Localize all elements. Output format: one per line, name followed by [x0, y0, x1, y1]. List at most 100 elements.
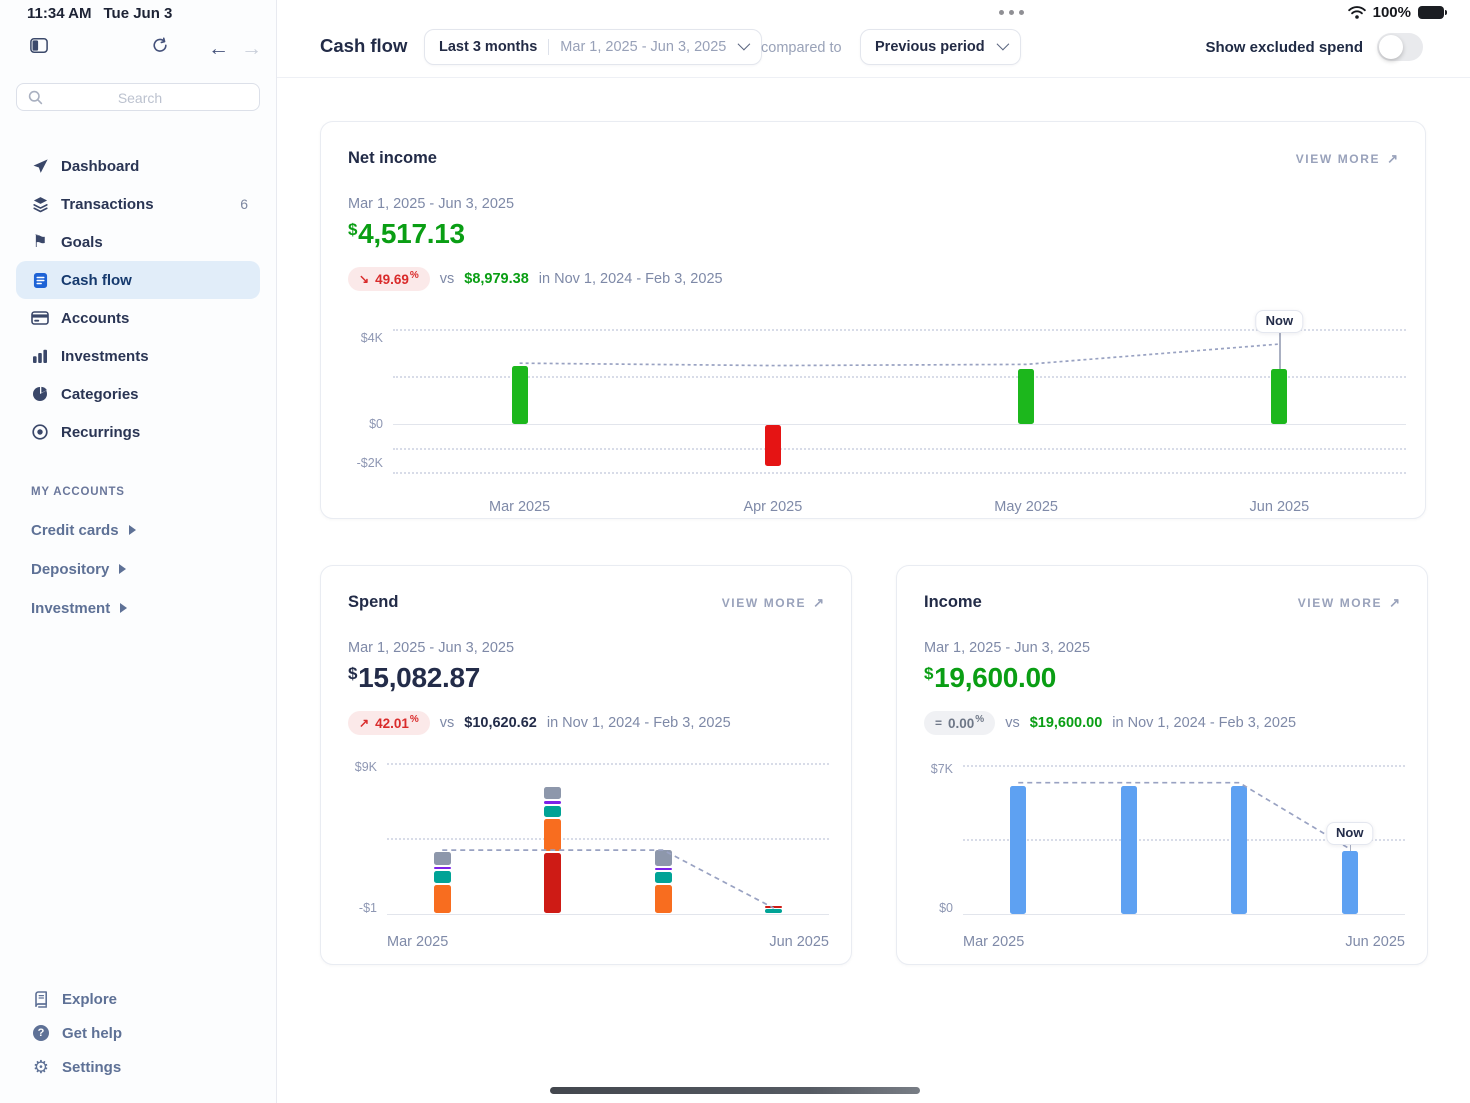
- spend-chart: $9K-$1 Mar 2025Jun 2025: [345, 756, 829, 954]
- home-indicator[interactable]: [550, 1087, 920, 1094]
- now-tooltip: Now: [1256, 310, 1303, 333]
- vs-label: vs: [440, 271, 455, 287]
- chart-plot-area: [387, 756, 829, 914]
- sidebar-item-label: Cash flow: [61, 272, 132, 289]
- status-bar-right: 100%: [1348, 4, 1444, 21]
- change-pill: ↗ 42.01%: [348, 711, 430, 735]
- forward-arrow-icon: →: [241, 37, 262, 61]
- change-pill: = 0.00%: [924, 711, 995, 735]
- search-input[interactable]: [17, 84, 263, 112]
- change-pill: ↘ 49.69%: [348, 267, 430, 291]
- sidebar-item-dashboard[interactable]: Dashboard: [16, 147, 260, 185]
- income-card: Income VIEW MORE ↗ Mar 1, 2025 - Jun 3, …: [896, 565, 1428, 965]
- search-box[interactable]: [16, 83, 260, 111]
- vs-period: in Nov 1, 2024 - Feb 3, 2025: [539, 271, 723, 287]
- battery-icon: [1418, 6, 1444, 19]
- income-amount: $19,600.00: [924, 662, 1056, 694]
- x-axis-label: May 2025: [994, 499, 1058, 515]
- sidebar-toggle-icon[interactable]: [30, 37, 48, 59]
- sidebar-item-investments[interactable]: Investments: [16, 337, 260, 375]
- vs-label: vs: [440, 715, 455, 731]
- header-divider: [277, 77, 1470, 78]
- sidebar-item-label: Accounts: [61, 310, 129, 327]
- y-axis-labels: $4K$0-$2K: [348, 319, 393, 479]
- book-icon: [31, 991, 51, 1008]
- wifi-icon: [1348, 6, 1366, 19]
- help-icon: ?: [31, 1025, 51, 1041]
- account-group-depository[interactable]: Depository: [31, 561, 261, 577]
- expand-triangle-icon: [120, 603, 127, 613]
- sidebar-item-label: Goals: [61, 234, 103, 251]
- sidebar-item-explore[interactable]: Explore: [31, 988, 261, 1010]
- account-group-investment[interactable]: Investment: [31, 600, 261, 616]
- x-axis-label: Mar 2025: [489, 499, 550, 515]
- excluded-spend-control: Show excluded spend: [1205, 33, 1423, 61]
- vs-amount: $19,600.00: [1030, 715, 1103, 731]
- expand-triangle-icon: [119, 564, 126, 574]
- battery-percent: 100%: [1373, 4, 1411, 21]
- transactions-count-badge: 6: [240, 196, 248, 212]
- expand-triangle-icon: [129, 525, 136, 535]
- comparison-row: = 0.00% vs $19,600.00 in Nov 1, 2024 - F…: [924, 711, 1296, 735]
- account-group-credit-cards[interactable]: Credit cards: [31, 522, 261, 538]
- sidebar-item-recurrings[interactable]: Recurrings: [16, 413, 260, 451]
- range-primary: Last 3 months: [439, 39, 537, 55]
- arrow-down-right-icon: ↘: [359, 272, 369, 286]
- card-title: Income: [924, 593, 982, 612]
- arrow-up-right-icon: ↗: [1387, 151, 1398, 167]
- browser-nav-row: ← →: [0, 34, 277, 64]
- view-more-link[interactable]: VIEW MORE ↗: [1298, 595, 1400, 611]
- excluded-spend-label: Show excluded spend: [1205, 39, 1363, 56]
- view-more-link[interactable]: VIEW MORE ↗: [722, 595, 824, 611]
- comparison-row: ↗ 42.01% vs $10,620.62 in Nov 1, 2024 - …: [348, 711, 731, 735]
- sidebar-item-transactions[interactable]: Transactions 6: [16, 185, 260, 223]
- credit-card-icon: [30, 311, 50, 325]
- view-more-link[interactable]: VIEW MORE ↗: [1296, 151, 1398, 167]
- vs-amount: $8,979.38: [464, 271, 529, 287]
- sidebar-item-settings[interactable]: ⚙ Settings: [31, 1056, 261, 1078]
- back-arrow-icon[interactable]: ←: [208, 37, 229, 61]
- status-bar-left: 11:34 AM Tue Jun 3: [27, 5, 172, 22]
- x-axis-labels: Mar 2025Jun 2025: [387, 924, 829, 954]
- my-accounts-header: MY ACCOUNTS: [31, 486, 261, 498]
- arrow-up-right-icon: ↗: [359, 716, 369, 730]
- x-axis-label: Mar 2025: [963, 934, 1024, 950]
- toggle-knob: [1379, 35, 1403, 59]
- net-income-chart: $4K$0-$2K Now Mar 2025Apr 2025May 2025Ju…: [348, 319, 1406, 519]
- card-date-range: Mar 1, 2025 - Jun 3, 2025: [348, 640, 514, 656]
- y-axis-labels: $9K-$1: [345, 756, 387, 914]
- status-date: Tue Jun 3: [103, 5, 172, 22]
- multitasking-dots-icon[interactable]: [999, 10, 1024, 15]
- sidebar-item-label: Recurrings: [61, 424, 140, 441]
- vs-amount: $10,620.62: [464, 715, 537, 731]
- x-axis-label: Apr 2025: [743, 499, 802, 515]
- divider: [548, 39, 549, 55]
- card-date-range: Mar 1, 2025 - Jun 3, 2025: [924, 640, 1090, 656]
- bar-chart-icon: [30, 348, 50, 364]
- sidebar-item-cash-flow[interactable]: Cash flow: [16, 261, 260, 299]
- excluded-spend-toggle[interactable]: [1377, 33, 1423, 61]
- sidebar-item-accounts[interactable]: Accounts: [16, 299, 260, 337]
- refresh-icon[interactable]: [151, 37, 170, 61]
- comparison-period-button[interactable]: Previous period: [860, 29, 1021, 65]
- y-axis-labels: $7K$0: [921, 756, 963, 914]
- net-income-card: Net income VIEW MORE ↗ Mar 1, 2025 - Jun…: [320, 121, 1426, 519]
- sidebar-footer: Explore ? Get help ⚙ Settings: [31, 988, 261, 1090]
- dashboard-icon: [30, 158, 50, 175]
- x-axis-label: Jun 2025: [769, 934, 829, 950]
- net-income-amount: $4,517.13: [348, 218, 465, 250]
- sidebar-item-categories[interactable]: Categories: [16, 375, 260, 413]
- sidebar-item-goals[interactable]: ⚑ Goals: [16, 223, 260, 261]
- recurring-icon: [30, 424, 50, 440]
- sidebar: 11:34 AM Tue Jun 3 ← → Dashboard T: [0, 0, 277, 1103]
- date-range-button[interactable]: Last 3 months Mar 1, 2025 - Jun 3, 2025: [424, 29, 762, 65]
- chart-plot-area: Now: [963, 756, 1405, 914]
- sidebar-item-get-help[interactable]: ? Get help: [31, 1022, 261, 1044]
- gear-icon: ⚙: [31, 1058, 51, 1076]
- main-content: 100% Cash flow Last 3 months Mar 1, 2025…: [277, 0, 1470, 1103]
- sidebar-nav: Dashboard Transactions 6 ⚑ Goals Cash fl…: [16, 147, 260, 451]
- spend-amount: $15,082.87: [348, 662, 480, 694]
- spend-card: Spend VIEW MORE ↗ Mar 1, 2025 - Jun 3, 2…: [320, 565, 852, 965]
- page-title: Cash flow: [320, 35, 407, 57]
- sidebar-item-label: Dashboard: [61, 158, 139, 175]
